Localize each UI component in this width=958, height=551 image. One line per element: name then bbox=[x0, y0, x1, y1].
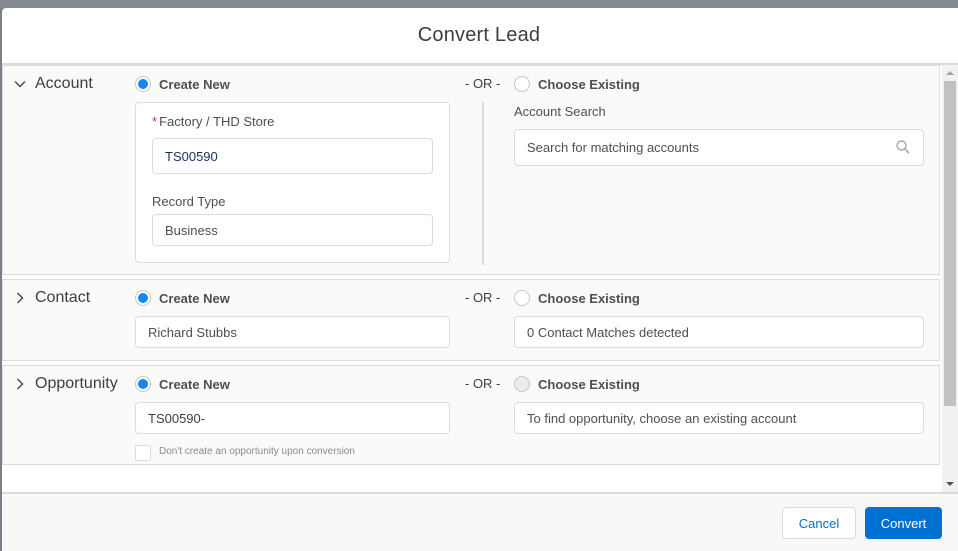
contact-section-title: Contact bbox=[35, 289, 91, 306]
contact-name-input[interactable]: Richard Stubbs bbox=[135, 316, 450, 348]
radio-selected-icon bbox=[135, 76, 151, 92]
scrollbar-thumb[interactable] bbox=[944, 81, 956, 406]
chevron-right-icon bbox=[16, 292, 24, 304]
opportunity-existing-hint-field[interactable]: To find opportunity, choose an existing … bbox=[514, 402, 924, 434]
convert-lead-modal: Convert Lead Account Create New - OR - C… bbox=[2, 8, 958, 551]
opportunity-choose-existing-radio[interactable]: Choose Existing bbox=[514, 376, 640, 392]
factory-store-label-text: Factory / THD Store bbox=[159, 114, 275, 129]
contact-matches-field[interactable]: 0 Contact Matches detected bbox=[514, 316, 924, 348]
opportunity-section-toggle[interactable]: Opportunity bbox=[13, 375, 118, 393]
cancel-button[interactable]: Cancel bbox=[782, 507, 856, 539]
section-divider bbox=[482, 102, 484, 265]
search-icon[interactable] bbox=[895, 139, 911, 155]
contact-section: Contact Create New - OR - Choose Existin… bbox=[2, 279, 940, 361]
page-backdrop bbox=[0, 0, 958, 8]
radio-disabled-icon bbox=[514, 376, 530, 392]
factory-store-input[interactable]: TS00590 bbox=[152, 138, 433, 174]
scroll-down-arrow-icon[interactable] bbox=[946, 482, 954, 486]
radio-unselected-icon bbox=[514, 76, 530, 92]
account-create-new-label: Create New bbox=[159, 76, 230, 92]
modal-footer: Cancel Convert bbox=[2, 492, 958, 551]
account-or-separator: - OR - bbox=[465, 76, 501, 91]
modal-body: Account Create New - OR - Choose Existin… bbox=[2, 65, 958, 492]
account-create-card: * Factory / THD Store TS00590 Record Type… bbox=[135, 102, 450, 263]
dont-create-opportunity-checkbox[interactable] bbox=[135, 445, 151, 461]
record-type-label: Record Type bbox=[152, 194, 226, 209]
modal-header: Convert Lead bbox=[2, 8, 958, 65]
factory-store-label: * Factory / THD Store bbox=[152, 114, 274, 129]
radio-unselected-icon bbox=[514, 290, 530, 306]
contact-choose-existing-radio[interactable]: Choose Existing bbox=[514, 290, 640, 306]
chevron-right-icon bbox=[16, 378, 24, 390]
radio-selected-icon bbox=[135, 290, 151, 306]
account-section-title: Account bbox=[35, 75, 93, 92]
contact-create-new-radio[interactable]: Create New bbox=[135, 290, 230, 306]
scroll-up-arrow-icon[interactable] bbox=[946, 71, 954, 75]
opportunity-create-new-radio[interactable]: Create New bbox=[135, 376, 230, 392]
opportunity-name-input[interactable]: TS00590- bbox=[135, 402, 450, 434]
dont-create-opportunity-label: Don't create an opportunity upon convers… bbox=[159, 446, 355, 457]
modal-body-scrollbar[interactable] bbox=[942, 65, 958, 492]
account-create-new-radio[interactable]: Create New bbox=[135, 76, 230, 92]
contact-create-new-label: Create New bbox=[159, 290, 230, 306]
opportunity-create-new-label: Create New bbox=[159, 376, 230, 392]
chevron-down-icon bbox=[14, 80, 26, 88]
opportunity-or-separator: - OR - bbox=[465, 376, 501, 391]
account-search-placeholder: Search for matching accounts bbox=[527, 140, 699, 155]
modal-title: Convert Lead bbox=[417, 24, 541, 46]
account-section-toggle[interactable]: Account bbox=[13, 75, 93, 93]
record-type-field[interactable]: Business bbox=[152, 214, 433, 246]
convert-button[interactable]: Convert bbox=[865, 507, 942, 539]
account-choose-existing-label: Choose Existing bbox=[538, 76, 640, 92]
opportunity-choose-existing-label: Choose Existing bbox=[538, 376, 640, 392]
contact-section-toggle[interactable]: Contact bbox=[13, 289, 90, 307]
required-marker: * bbox=[152, 114, 158, 129]
contact-choose-existing-label: Choose Existing bbox=[538, 290, 640, 306]
account-choose-existing-radio[interactable]: Choose Existing bbox=[514, 76, 640, 92]
radio-selected-icon bbox=[135, 376, 151, 392]
opportunity-section: Opportunity Create New - OR - Choose Exi… bbox=[2, 365, 940, 465]
account-search-label: Account Search bbox=[514, 104, 606, 119]
contact-or-separator: - OR - bbox=[465, 290, 501, 305]
opportunity-section-title: Opportunity bbox=[35, 375, 118, 392]
account-section: Account Create New - OR - Choose Existin… bbox=[2, 65, 940, 275]
account-search-input[interactable]: Search for matching accounts bbox=[514, 129, 924, 166]
